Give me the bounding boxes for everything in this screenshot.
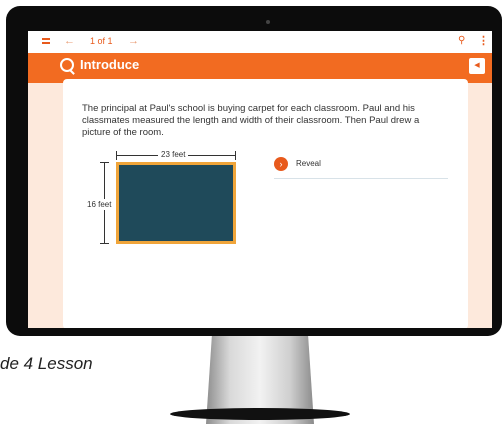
screen: ← 1 of 1 → ⚲ ⋮ Introduce ◀ The principal…	[28, 31, 492, 328]
menu-icon[interactable]	[42, 38, 50, 44]
reveal-button[interactable]: ›	[274, 157, 288, 171]
more-vertical-icon[interactable]: ⋮	[478, 34, 489, 47]
monitor-stand-base	[170, 408, 350, 420]
lightbulb-icon	[60, 58, 74, 72]
dimension-tick	[100, 243, 109, 244]
camera-icon	[266, 20, 270, 24]
room-rectangle	[116, 162, 236, 244]
dimension-tick	[235, 151, 236, 160]
divider	[274, 178, 448, 179]
height-label: 16 feet	[87, 199, 112, 210]
width-label: 23 feet	[158, 150, 189, 159]
search-icon[interactable]: ⚲	[458, 35, 465, 46]
width-dimension: 23 feet	[116, 150, 236, 160]
monitor-bezel: ← 1 of 1 → ⚲ ⋮ Introduce ◀ The principal…	[6, 6, 502, 336]
problem-text: The principal at Paul's school is buying…	[82, 103, 420, 138]
forward-arrow-icon[interactable]: →	[128, 35, 139, 47]
dimension-tick	[100, 162, 109, 163]
collapse-panel-button[interactable]: ◀	[469, 58, 485, 74]
back-arrow-icon[interactable]: ←	[64, 35, 75, 47]
section-title: Introduce	[80, 57, 140, 72]
page-counter: 1 of 1	[90, 36, 113, 46]
top-app-bar: ← 1 of 1 → ⚲ ⋮	[28, 31, 492, 53]
reveal-label[interactable]: Reveal	[296, 159, 321, 168]
dimension-tick	[116, 151, 117, 160]
caption-text: de 4 Lesson	[0, 354, 93, 373]
